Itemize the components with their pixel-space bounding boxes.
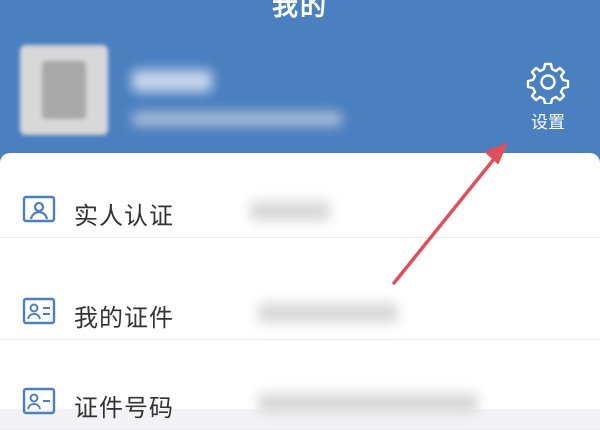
page-title: 我的 [271,0,328,22]
profile-header: 我的 设置 [0,0,600,165]
list-item-label: 我的证件 [74,304,174,332]
list-item-label: 实人认证 [74,202,174,230]
gear-icon [526,62,570,104]
settings-button[interactable]: 设置 [518,60,578,140]
list-item-my-documents[interactable]: 我的证件 [0,255,600,340]
id-card-icon [22,297,56,325]
list-item-value-blurred [258,303,398,323]
info-list: 实人认证 我的证件 证件号码 [0,153,600,430]
settings-label: 设置 [531,113,565,133]
list-item-label: 证件号码 [74,394,174,422]
list-item-value-blurred [258,393,478,413]
list-item-value-blurred [250,201,330,221]
list-item-real-person-verification[interactable]: 实人认证 [0,153,600,238]
user-info-blurred [132,112,342,126]
id-number-icon [22,387,56,415]
list-item-document-number[interactable]: 证件号码 [0,345,600,430]
username-blurred [132,70,212,92]
avatar[interactable] [20,45,108,135]
person-card-icon [22,195,56,223]
